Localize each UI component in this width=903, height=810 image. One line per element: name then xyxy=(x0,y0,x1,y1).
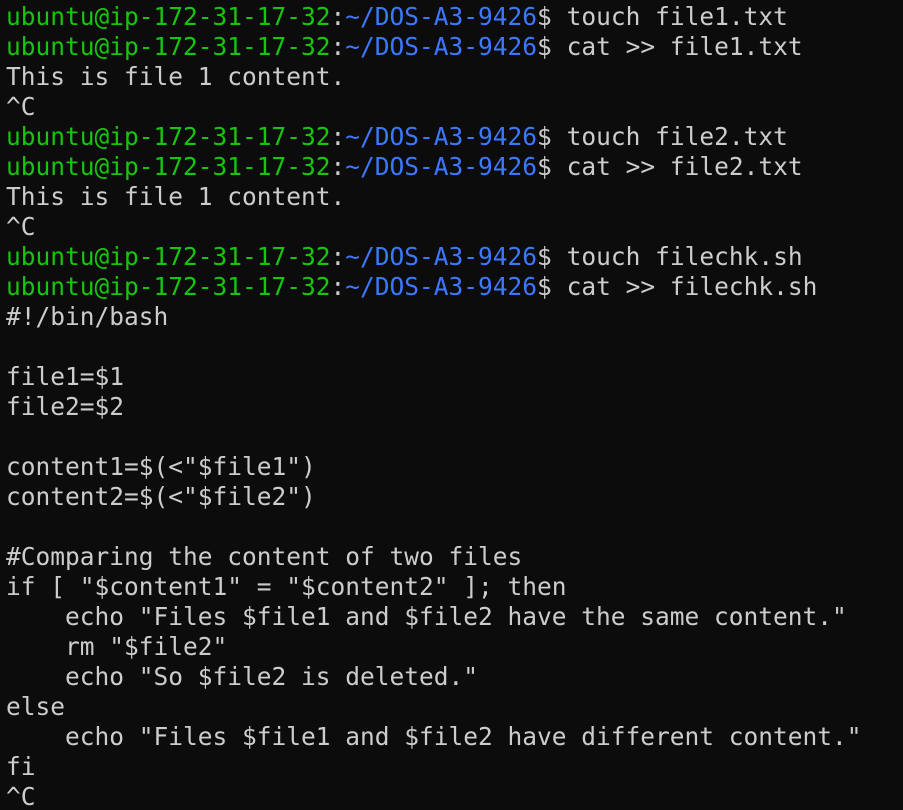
terminal-line-output: file1=$1 xyxy=(6,362,125,391)
command-text: touch file1.txt xyxy=(551,2,788,31)
terminal-line-output: This is file 1 content. xyxy=(6,182,346,211)
prompt-dollar: $ xyxy=(537,152,552,181)
terminal-line-output: #!/bin/bash xyxy=(6,302,169,331)
command-text: cat >> file1.txt xyxy=(551,32,803,61)
prompt-user-host: ubuntu@ip-172-31-17-32 xyxy=(6,152,331,181)
prompt-dollar: $ xyxy=(537,122,552,151)
prompt-path: ~/DOS-A3-9426 xyxy=(345,242,538,271)
command-text: cat >> filechk.sh xyxy=(551,272,818,301)
terminal-line-output: This is file 1 content. xyxy=(6,62,346,91)
prompt-colon: : xyxy=(330,32,346,61)
command-text: touch file2.txt xyxy=(551,122,788,151)
prompt-dollar: $ xyxy=(537,32,552,61)
terminal-line-output: else xyxy=(6,692,66,721)
prompt-colon: : xyxy=(330,242,346,271)
terminal-window[interactable]: ubuntu@ip-172-31-17-32:~/DOS-A3-9426$ to… xyxy=(0,0,903,810)
prompt-user-host: ubuntu@ip-172-31-17-32 xyxy=(6,242,331,271)
prompt-path: ~/DOS-A3-9426 xyxy=(345,2,538,31)
terminal-line-output xyxy=(6,332,903,362)
terminal-line-prompt: ubuntu@ip-172-31-17-32:~/DOS-A3-9426$ to… xyxy=(6,2,903,32)
prompt-user-host: ubuntu@ip-172-31-17-32 xyxy=(6,2,331,31)
prompt-dollar: $ xyxy=(537,272,552,301)
terminal-line-output: fi xyxy=(6,752,36,781)
prompt-colon: : xyxy=(330,122,346,151)
terminal-line-output: rm "$file2" xyxy=(6,632,228,661)
terminal-line-output: content1=$(<"$file1") xyxy=(6,452,316,481)
terminal-line-prompt: ubuntu@ip-172-31-17-32:~/DOS-A3-9426$ to… xyxy=(6,242,903,272)
terminal-line-output: content2=$(<"$file2") xyxy=(6,482,316,511)
prompt-path: ~/DOS-A3-9426 xyxy=(345,152,538,181)
terminal-line-prompt: ubuntu@ip-172-31-17-32:~/DOS-A3-9426$ ca… xyxy=(6,32,903,62)
prompt-path: ~/DOS-A3-9426 xyxy=(345,32,538,61)
terminal-line-prompt: ubuntu@ip-172-31-17-32:~/DOS-A3-9426$ ca… xyxy=(6,152,903,182)
terminal-line-output: ^C xyxy=(6,212,36,241)
prompt-user-host: ubuntu@ip-172-31-17-32 xyxy=(6,122,331,151)
prompt-dollar: $ xyxy=(537,2,552,31)
prompt-path: ~/DOS-A3-9426 xyxy=(345,122,538,151)
command-text: cat >> file2.txt xyxy=(551,152,803,181)
prompt-colon: : xyxy=(330,272,346,301)
terminal-line-output: echo "Files $file1 and $file2 have diffe… xyxy=(6,722,862,751)
command-text: touch filechk.sh xyxy=(551,242,803,271)
terminal-line-output: ^C xyxy=(6,782,36,810)
terminal-line-output: file2=$2 xyxy=(6,392,125,421)
terminal-line-output xyxy=(6,512,903,542)
terminal-line-output: ^C xyxy=(6,92,36,121)
terminal-line-output: #Comparing the content of two files xyxy=(6,542,523,571)
terminal-line-prompt: ubuntu@ip-172-31-17-32:~/DOS-A3-9426$ to… xyxy=(6,122,903,152)
terminal-line-output: echo "So $file2 is deleted." xyxy=(6,662,479,691)
prompt-user-host: ubuntu@ip-172-31-17-32 xyxy=(6,272,331,301)
prompt-user-host: ubuntu@ip-172-31-17-32 xyxy=(6,32,331,61)
terminal-line-output: if [ "$content1" = "$content2" ]; then xyxy=(6,572,567,601)
prompt-colon: : xyxy=(330,2,346,31)
terminal-line-prompt: ubuntu@ip-172-31-17-32:~/DOS-A3-9426$ ca… xyxy=(6,272,903,302)
terminal-line-output xyxy=(6,422,903,452)
terminal-line-output: echo "Files $file1 and $file2 have the s… xyxy=(6,602,847,631)
prompt-colon: : xyxy=(330,152,346,181)
prompt-dollar: $ xyxy=(537,242,552,271)
prompt-path: ~/DOS-A3-9426 xyxy=(345,272,538,301)
